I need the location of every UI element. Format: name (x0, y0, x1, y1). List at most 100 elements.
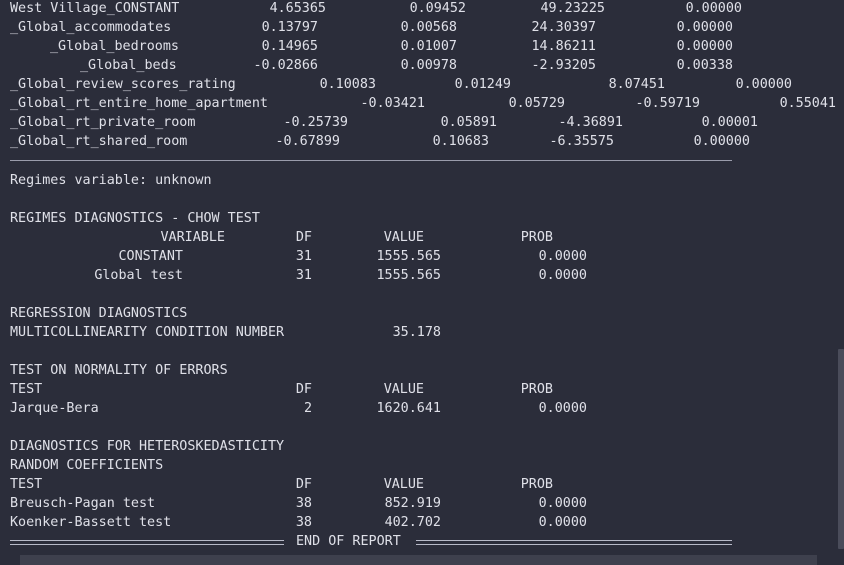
coef-z: 24.30397 (531, 20, 597, 35)
col-header-df: DF (295, 230, 312, 245)
row-df: 38 (295, 496, 312, 511)
hetero-subtitle: RANDOM COEFFICIENTS (10, 458, 164, 473)
coef-name: _Global_rt_shared_room (10, 134, 188, 149)
normality-header: TEST DF VALUE PROB (0, 380, 838, 399)
coef-value: -0.25739 (283, 115, 349, 130)
horizontal-scrollbar[interactable] (0, 552, 844, 565)
col-header-df: DF (295, 477, 312, 492)
coef-value: -0.67899 (275, 134, 341, 149)
condition-number-value: 35.178 (392, 325, 441, 340)
row-prob: 0.0000 (538, 268, 587, 283)
chow-title: REGIMES DIAGNOSTICS - CHOW TEST (10, 211, 260, 226)
col-header-df: DF (295, 382, 312, 397)
horizontal-scrollbar-thumb[interactable] (20, 555, 817, 565)
coef-z: -2.93205 (531, 58, 597, 73)
col-header-test: TEST (10, 477, 43, 492)
col-header-prob: PROB (520, 382, 553, 397)
chow-row: CONSTANT 31 1555.565 0.0000 (0, 247, 838, 266)
row-prob: 0.0000 (538, 515, 587, 530)
report-footer: END OF REPORT (0, 532, 838, 551)
footer-rule-right (416, 540, 732, 545)
report-output: West Village_CONSTANT 4.65365 0.09452 49… (0, 0, 838, 552)
regression-title: REGRESSION DIAGNOSTICS (10, 306, 188, 321)
coef-row: _Global_accommodates 0.13797 0.00568 24.… (0, 18, 838, 37)
chow-row: Global test 31 1555.565 0.0000 (0, 266, 838, 285)
normality-title: TEST ON NORMALITY OF ERRORS (10, 363, 228, 378)
coef-p: 0.00000 (676, 39, 733, 54)
row-label: Koenker-Bassett test (10, 515, 172, 530)
regimes-variable: Regimes variable: unknown (10, 173, 212, 188)
col-header-value: VALUE (383, 382, 424, 397)
coef-z: -4.36891 (558, 115, 624, 130)
col-header-variable: VARIABLE (160, 230, 226, 245)
coef-z: -0.59719 (635, 96, 701, 111)
normality-row: Jarque-Bera 2 1620.641 0.0000 (0, 399, 838, 418)
coef-value: 0.14965 (261, 39, 318, 54)
coef-se: 0.00978 (400, 58, 457, 73)
coef-se: 0.01007 (400, 39, 457, 54)
coef-se: 0.05891 (440, 115, 497, 130)
table-divider (10, 160, 732, 161)
coef-value: 0.10083 (319, 77, 376, 92)
coef-row: _Global_bedrooms 0.14965 0.01007 14.8621… (0, 37, 838, 56)
vertical-scrollbar[interactable] (838, 0, 844, 552)
coef-p: 0.00000 (676, 20, 733, 35)
coef-se: 0.05729 (508, 96, 565, 111)
coef-name: _Global_accommodates (10, 20, 172, 35)
coef-value: 4.65365 (269, 1, 326, 16)
row-df: 31 (295, 268, 312, 283)
coef-row: _Global_rt_entire_home_apartment -0.0342… (0, 94, 838, 113)
coef-se: 0.10683 (432, 134, 489, 149)
condition-number-row: MULTICOLLINEARITY CONDITION NUMBER 35.17… (0, 323, 838, 342)
coef-z: 49.23225 (540, 1, 606, 16)
row-value: 402.702 (384, 515, 441, 530)
coef-row: _Global_beds -0.02866 0.00978 -2.93205 0… (0, 56, 838, 75)
coef-se: 0.09452 (409, 1, 466, 16)
vertical-scrollbar-thumb[interactable] (838, 349, 844, 549)
col-header-prob: PROB (520, 477, 553, 492)
coef-value: -0.03421 (360, 96, 426, 111)
col-header-prob: PROB (520, 230, 553, 245)
coef-p: 0.00000 (693, 134, 750, 149)
condition-number-label: MULTICOLLINEARITY CONDITION NUMBER (10, 325, 285, 340)
coef-p: 0.00001 (701, 115, 758, 130)
coef-row: _Global_rt_private_room -0.25739 0.05891… (0, 113, 838, 132)
coef-name: West Village_CONSTANT (10, 1, 180, 16)
coef-z: -6.35575 (549, 134, 615, 149)
coef-name: _Global_review_scores_rating (10, 77, 236, 92)
coef-name: _Global_rt_entire_home_apartment (10, 96, 268, 111)
row-value: 1620.641 (376, 401, 442, 416)
coef-p: 0.00338 (676, 58, 733, 73)
row-df: 38 (295, 515, 312, 530)
row-prob: 0.0000 (538, 249, 587, 264)
row-label: Jarque-Bera (10, 401, 99, 416)
coef-row: _Global_review_scores_rating 0.10083 0.0… (0, 75, 838, 94)
coef-z: 14.86211 (531, 39, 597, 54)
coef-row: _Global_rt_shared_room -0.67899 0.10683 … (0, 132, 838, 151)
row-df: 31 (295, 249, 312, 264)
hetero-row: Breusch-Pagan test 38 852.919 0.0000 (0, 494, 838, 513)
hetero-title: DIAGNOSTICS FOR HETEROSKEDASTICITY (10, 439, 285, 454)
end-of-report-label: END OF REPORT (296, 534, 401, 549)
hetero-row: Koenker-Bassett test 38 402.702 0.0000 (0, 513, 838, 532)
row-df: 2 (303, 401, 312, 416)
row-prob: 0.0000 (538, 496, 587, 511)
col-header-test: TEST (10, 382, 43, 397)
coef-name: _Global_rt_private_room (10, 115, 196, 130)
footer-rule-left (10, 540, 284, 545)
coef-row: West Village_CONSTANT 4.65365 0.09452 49… (0, 0, 838, 18)
row-value: 1555.565 (376, 268, 442, 283)
row-value: 1555.565 (376, 249, 442, 264)
coef-name: _Global_bedrooms (50, 39, 179, 54)
row-value: 852.919 (384, 496, 441, 511)
coef-p: 0.00000 (735, 77, 792, 92)
row-prob: 0.0000 (538, 401, 587, 416)
coef-se: 0.01249 (454, 77, 511, 92)
coef-name: _Global_beds (80, 58, 177, 73)
hetero-header: TEST DF VALUE PROB (0, 475, 838, 494)
row-label: CONSTANT (118, 249, 184, 264)
coef-p: 0.55041 (779, 96, 836, 111)
col-header-value: VALUE (383, 477, 424, 492)
coef-se: 0.00568 (400, 20, 457, 35)
col-header-value: VALUE (383, 230, 424, 245)
